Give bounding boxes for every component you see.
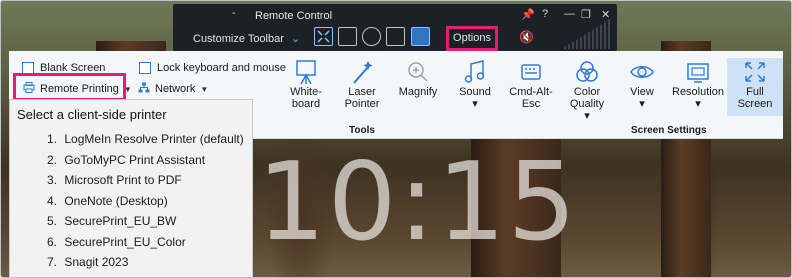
remote-printing-highlight xyxy=(13,73,126,101)
music-note-icon xyxy=(445,58,505,86)
color-circles-icon[interactable] xyxy=(362,27,381,46)
printer-item[interactable]: 4. OneNote (Desktop) xyxy=(47,194,244,215)
printer-item[interactable]: 5. SecurePrint_EU_BW xyxy=(47,214,244,235)
cmd-alt-esc-label-2: Esc xyxy=(521,98,541,110)
minimize-icon[interactable]: — xyxy=(564,8,575,20)
help-icon[interactable]: ? xyxy=(542,8,548,20)
lock-screen-clock: 10:15 xyxy=(257,140,579,265)
network-button[interactable]: Network ▼ xyxy=(138,82,208,96)
printer-item-number: 5. xyxy=(47,214,58,228)
printer-item[interactable]: 6. SecurePrint_EU_Color xyxy=(47,235,244,256)
full-screen-button[interactable]: Full Screen xyxy=(725,58,785,110)
printer-item-number: 1. xyxy=(47,132,58,146)
fit-screen-icon[interactable] xyxy=(314,27,333,46)
title-dash: - xyxy=(232,7,236,19)
lock-keyboard-checkbox[interactable]: Lock keyboard and mouse xyxy=(139,62,286,74)
screen-settings-group-label: Screen Settings xyxy=(631,125,707,136)
window-layout-icon[interactable] xyxy=(338,27,357,46)
printer-item-label: SecurePrint_EU_Color xyxy=(64,234,186,249)
clipboard-icon[interactable] xyxy=(411,27,430,46)
fullscreen-arrows-icon xyxy=(725,58,785,86)
printer-item-label: LogMeIn Resolve Printer (default) xyxy=(64,132,244,146)
printer-item[interactable]: 7. Snagit 2023 xyxy=(47,255,244,276)
easel-icon xyxy=(276,58,336,86)
chevron-down-icon[interactable]: ⌄ xyxy=(291,32,300,45)
sound-button[interactable]: Sound ▾ xyxy=(445,58,505,110)
network-icon xyxy=(138,82,150,96)
lock-keyboard-label: Lock keyboard and mouse xyxy=(157,62,287,74)
printer-item-number: 3. xyxy=(47,173,58,187)
network-icon[interactable] xyxy=(386,27,405,46)
mute-icon[interactable]: 🔇 xyxy=(519,30,534,44)
printer-item-label: SecurePrint_EU_BW xyxy=(64,214,177,228)
options-button[interactable]: Options xyxy=(446,26,498,51)
printer-item[interactable]: 2. GoToMyPC Print Assistant xyxy=(47,153,244,174)
customize-toolbar-button[interactable]: Customize Toolbar xyxy=(193,33,284,45)
keyboard-icon xyxy=(501,58,561,86)
full-screen-label-2: Screen xyxy=(737,98,773,110)
pin-icon[interactable]: 📌 xyxy=(521,8,535,21)
view-chevron: ▾ xyxy=(639,98,645,110)
whiteboard-label-1: White- xyxy=(290,86,322,98)
resolution-label: Resolution xyxy=(672,86,724,98)
color-quality-button[interactable]: Color Quality ▾ xyxy=(557,58,617,122)
printer-item[interactable]: 3. Microsoft Print to PDF xyxy=(47,173,244,194)
close-icon[interactable]: ✕ xyxy=(601,8,610,21)
printer-menu-title: Select a client-side printer xyxy=(17,107,167,122)
full-screen-label-1: Full xyxy=(746,86,764,98)
view-button[interactable]: View ▾ xyxy=(612,58,672,110)
color-quality-label-1: Color xyxy=(573,86,601,98)
printer-dropdown-menu: Select a client-side printer 1. LogMeIn … xyxy=(9,99,253,277)
resolution-chevron: ▾ xyxy=(695,98,701,110)
printer-item-number: 4. xyxy=(47,193,58,208)
magnify-label: Magnify xyxy=(398,86,438,98)
eye-icon xyxy=(612,58,672,86)
chevron-down-icon: ▼ xyxy=(200,84,209,94)
printer-item-label: Microsoft Print to PDF xyxy=(64,173,182,187)
laser-pointer-label-2: Pointer xyxy=(344,98,380,110)
whiteboard-button[interactable]: White- board xyxy=(276,58,336,110)
remote-control-window: 10:15 - Remote Control 📌 ? — ❐ ✕ Customi… xyxy=(0,0,792,278)
color-circles-icon xyxy=(557,58,617,86)
laser-pointer-label-1: Laser xyxy=(348,86,376,98)
resolution-button[interactable]: Resolution ▾ xyxy=(668,58,728,110)
whiteboard-label-2: board xyxy=(291,98,321,110)
window-title: Remote Control xyxy=(255,10,333,22)
printer-item-number: 7. xyxy=(47,255,58,269)
cmd-alt-esc-label-1: Cmd-Alt- xyxy=(509,86,553,98)
network-label: Network xyxy=(155,83,196,95)
restore-icon[interactable]: ❐ xyxy=(581,8,591,21)
sound-chevron: ▾ xyxy=(472,98,478,110)
color-quality-label-2: Quality xyxy=(569,98,605,110)
view-label: View xyxy=(630,86,654,98)
laser-pointer-button[interactable]: Laser Pointer xyxy=(332,58,392,110)
resolution-icon xyxy=(668,58,728,86)
printer-item[interactable]: 1. LogMeIn Resolve Printer (default) xyxy=(47,132,244,153)
printer-item-number: 2. xyxy=(47,152,58,167)
tools-group-label: Tools xyxy=(349,125,375,136)
color-quality-chevron: ▾ xyxy=(584,110,590,122)
sound-label: Sound xyxy=(459,86,491,98)
laser-wand-icon xyxy=(332,58,392,86)
cmd-alt-esc-button[interactable]: Cmd-Alt- Esc xyxy=(501,58,561,110)
checkbox-box[interactable] xyxy=(139,62,151,74)
magnifier-icon xyxy=(388,58,448,86)
printer-item-label: GoToMyPC Print Assistant xyxy=(64,152,206,167)
magnify-button[interactable]: Magnify xyxy=(388,58,448,98)
printer-item-label: Snagit 2023 xyxy=(64,255,129,269)
printer-list: 1. LogMeIn Resolve Printer (default) 2. … xyxy=(47,132,244,276)
printer-item-label: OneNote (Desktop) xyxy=(64,193,168,208)
printer-item-number: 6. xyxy=(47,234,58,249)
